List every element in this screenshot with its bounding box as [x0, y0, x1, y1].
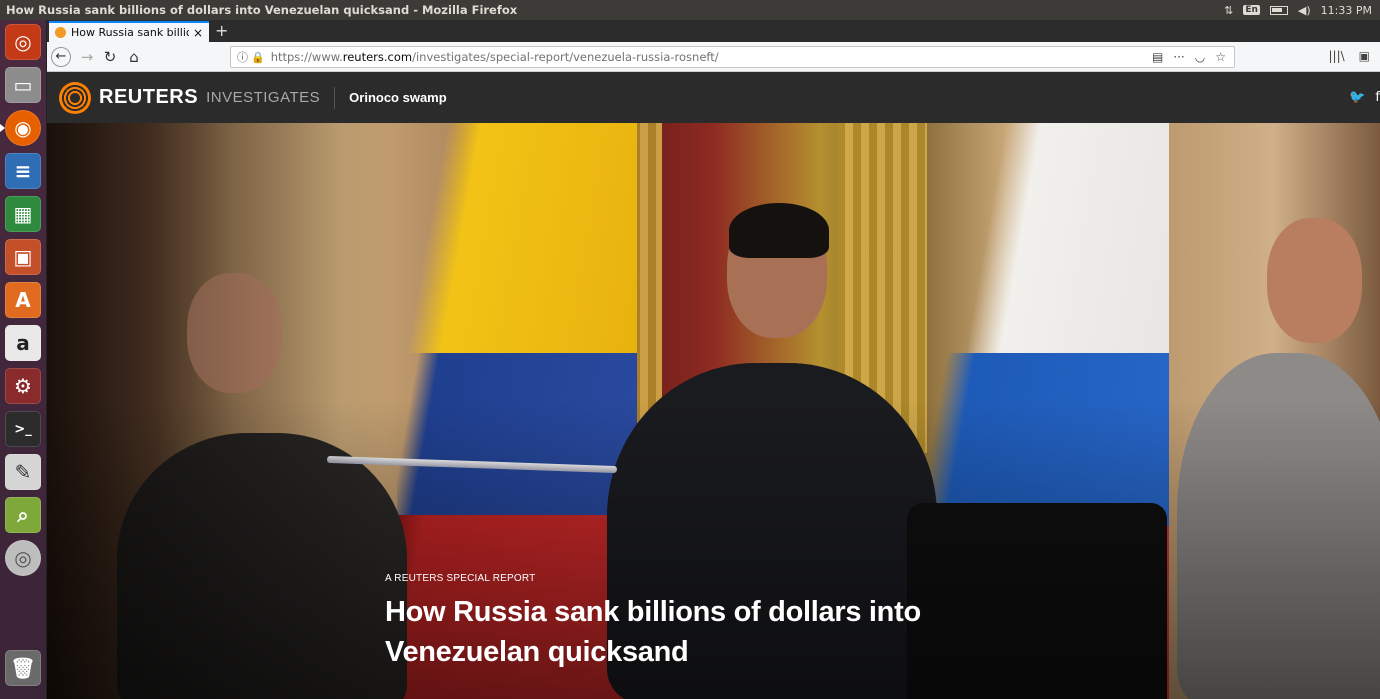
web-page: REUTERS INVESTIGATES Orinoco swamp 🐦 f A… — [47, 72, 1380, 699]
reuters-favicon-icon — [55, 27, 66, 38]
trash-icon[interactable]: 🗑 — [5, 650, 41, 686]
url-domain: reuters.com — [342, 50, 413, 64]
twitter-icon[interactable]: 🐦 — [1349, 90, 1365, 105]
tab-close-button[interactable]: × — [193, 26, 203, 40]
image-viewer-icon[interactable]: ⌕ — [5, 497, 41, 533]
volume-icon[interactable]: ◀) — [1298, 4, 1311, 17]
back-button[interactable]: ← — [51, 47, 71, 67]
headline-line-2: Venezuelan quicksand — [385, 636, 689, 668]
tab-active[interactable]: How Russia sank billion × — [49, 21, 209, 42]
navigation-toolbar: ← → ↻ ⌂ ⓘ 🔒 https://www.reuters.com/inve… — [47, 42, 1380, 72]
headline-line-1: How Russia sank billions of dollars into — [385, 596, 921, 628]
system-tray: ⇅ En ◀) 11:33 PM — [1224, 4, 1380, 17]
brand-name[interactable]: REUTERS — [99, 86, 198, 109]
headline: How Russia sank billions of dollars into… — [385, 592, 1005, 672]
sidebar-icon[interactable]: ▣ — [1359, 49, 1370, 63]
person-center-hair — [729, 203, 829, 258]
url-path: /investigates/special-report/venezuela-r… — [412, 50, 719, 64]
info-icon[interactable]: ⓘ — [237, 49, 248, 65]
page-actions-icon[interactable]: ··· — [1173, 50, 1184, 64]
amazon-icon[interactable]: a — [5, 325, 41, 361]
text-editor-icon[interactable]: ✎ — [5, 454, 41, 490]
firefox-icon[interactable]: ◉ — [5, 110, 41, 146]
social-links: 🐦 f — [1349, 90, 1380, 105]
tab-strip: How Russia sank billion × + — [47, 20, 1380, 42]
reload-button[interactable]: ↻ — [100, 47, 120, 67]
home-button[interactable]: ⌂ — [124, 47, 144, 67]
window-title: How Russia sank billions of dollars into… — [6, 3, 518, 17]
clock[interactable]: 11:33 PM — [1321, 4, 1372, 17]
dvd-icon[interactable]: ◎ — [5, 540, 41, 576]
writer-icon[interactable]: ≡ — [5, 153, 41, 189]
reader-view-icon[interactable]: ▤ — [1152, 50, 1163, 64]
tab-title: How Russia sank billion — [71, 26, 189, 39]
network-icon[interactable]: ⇅ — [1224, 4, 1233, 17]
section-name[interactable]: INVESTIGATES — [206, 89, 320, 106]
reuters-header: REUTERS INVESTIGATES Orinoco swamp 🐦 f — [47, 72, 1380, 123]
unity-launcher: ◎ ▭ ◉ ≡ ▦ ▣ A a ⚙ >_ ✎ ⌕ ◎ 🗑 — [0, 20, 47, 699]
software-center-icon[interactable]: A — [5, 282, 41, 318]
files-icon[interactable]: ▭ — [5, 67, 41, 103]
hero-image: A REUTERS SPECIAL REPORT How Russia sank… — [47, 123, 1380, 699]
new-tab-button[interactable]: + — [215, 21, 228, 41]
bookmark-star-icon[interactable]: ☆ — [1215, 50, 1226, 64]
forward-button[interactable]: → — [77, 47, 97, 67]
pocket-icon[interactable]: ◡ — [1195, 50, 1205, 64]
settings-icon[interactable]: ⚙ — [5, 368, 41, 404]
terminal-icon[interactable]: >_ — [5, 411, 41, 447]
url-text[interactable]: https://www.reuters.com/investigates/spe… — [271, 50, 1152, 64]
person-right-head — [1267, 218, 1362, 343]
impress-icon[interactable]: ▣ — [5, 239, 41, 275]
library-icon[interactable]: |||\ — [1328, 49, 1344, 63]
kicker: A REUTERS SPECIAL REPORT — [385, 573, 536, 584]
facebook-icon[interactable]: f — [1375, 90, 1380, 105]
hero-caption: A REUTERS SPECIAL REPORT How Russia sank… — [385, 573, 1005, 672]
header-divider — [334, 86, 336, 109]
url-prefix: https://www. — [270, 50, 343, 64]
system-top-bar: How Russia sank billions of dollars into… — [0, 0, 1380, 20]
lock-icon[interactable]: 🔒 — [251, 51, 265, 64]
ubuntu-logo-icon[interactable]: ◎ — [5, 24, 41, 60]
keyboard-layout-indicator[interactable]: En — [1243, 5, 1260, 15]
reuters-logo-icon[interactable] — [59, 81, 91, 114]
calc-icon[interactable]: ▦ — [5, 196, 41, 232]
url-bar[interactable]: ⓘ 🔒 https://www.reuters.com/investigates… — [230, 46, 1235, 68]
battery-icon[interactable] — [1269, 5, 1288, 15]
story-label: Orinoco swamp — [349, 90, 447, 105]
